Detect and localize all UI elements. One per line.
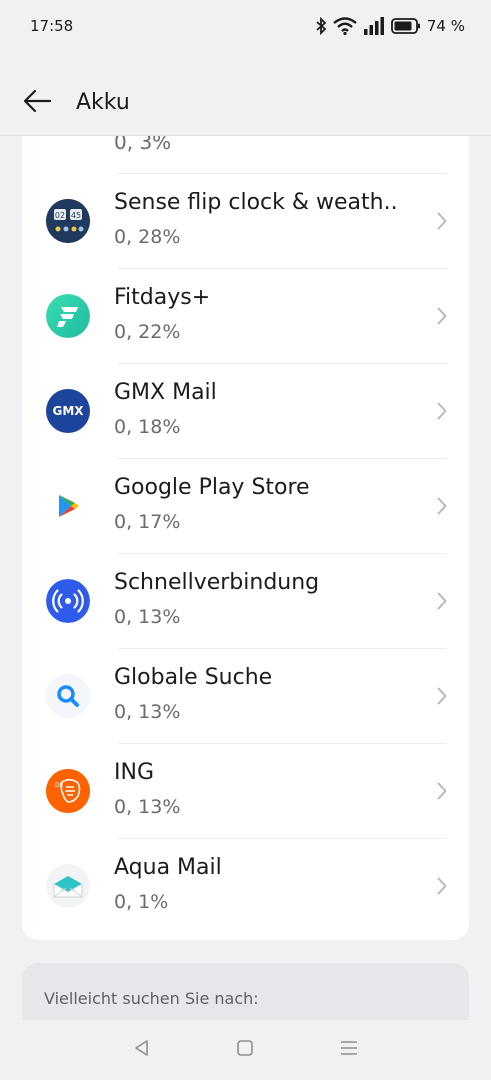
- nav-home-button[interactable]: [223, 1028, 267, 1072]
- app-name: Schnellverbindung: [114, 570, 320, 595]
- menu-recents-icon: [340, 1039, 358, 1061]
- navigation-bar: [0, 1020, 491, 1080]
- status-time: 17:58: [30, 17, 74, 35]
- app-usage: 0, 22%: [114, 321, 181, 343]
- status-bar: 17:58 74 %: [0, 0, 491, 52]
- app-usage: 0, 13%: [114, 701, 181, 723]
- chevron-right-icon: [437, 687, 447, 709]
- chevron-right-icon: [437, 497, 447, 519]
- app-row-fitdays[interactable]: Fitdays+ 0, 22%: [22, 269, 469, 364]
- globale-suche-icon: [46, 674, 90, 718]
- partial-app-usage: 0, 3%: [114, 136, 172, 154]
- fitdays-icon: [46, 294, 90, 338]
- triangle-back-icon: [133, 1039, 151, 1061]
- nav-back-button[interactable]: [120, 1028, 164, 1072]
- app-name: Google Play Store: [114, 475, 310, 500]
- aqua-mail-icon: [46, 864, 90, 908]
- app-usage: 0, 13%: [114, 606, 181, 628]
- app-usage: 0, 18%: [114, 416, 181, 438]
- app-row-schnellverbindung[interactable]: Schnellverbindung 0, 13%: [22, 554, 469, 649]
- app-row-aqua-mail[interactable]: Aqua Mail 0, 1%: [22, 839, 469, 934]
- app-usage-list[interactable]: 0, 3% 02 45 Sense flip clock & weath.. 0…: [0, 136, 491, 1020]
- app-name: GMX Mail: [114, 380, 217, 405]
- app-usage: 0, 28%: [114, 226, 181, 248]
- chevron-right-icon: [437, 402, 447, 424]
- app-name: Globale Suche: [114, 665, 273, 690]
- square-home-icon: [236, 1039, 254, 1061]
- chevron-right-icon: [437, 877, 447, 899]
- page-title: Akku: [76, 90, 130, 115]
- app-row-google-play-store[interactable]: Google Play Store 0, 17%: [22, 459, 469, 554]
- gmx-logo-text: GMX: [52, 404, 84, 418]
- app-name: ING: [114, 760, 154, 785]
- app-row-sense-flip-clock[interactable]: 02 45 Sense flip clock & weath.. 0, 28%: [22, 174, 469, 269]
- svg-text:45: 45: [71, 211, 81, 220]
- ing-icon: DE: [46, 769, 90, 813]
- app-usage: 0, 13%: [114, 796, 181, 818]
- battery-percent: 74 %: [426, 17, 465, 35]
- schnellverbindung-icon: [46, 579, 90, 623]
- google-play-icon: [46, 484, 90, 528]
- chevron-right-icon: [437, 307, 447, 329]
- suggestions-title: Vielleicht suchen Sie nach:: [44, 989, 259, 1008]
- battery-icon: [390, 17, 421, 35]
- app-name: Aqua Mail: [114, 855, 222, 880]
- app-row-globale-suche[interactable]: Globale Suche 0, 13%: [22, 649, 469, 744]
- wifi-icon: [333, 17, 357, 35]
- ing-logo-text: DE: [55, 782, 64, 789]
- app-row-ing[interactable]: DE ING 0, 13%: [22, 744, 469, 839]
- gmx-mail-icon: GMX: [46, 389, 90, 433]
- app-usage: 0, 1%: [114, 891, 169, 913]
- app-usage: 0, 17%: [114, 511, 181, 533]
- app-name: Sense flip clock & weath..: [114, 190, 398, 215]
- status-icons: 74 %: [315, 17, 465, 35]
- sense-flip-clock-icon: 02 45: [46, 199, 90, 243]
- chevron-right-icon: [437, 782, 447, 804]
- back-button[interactable]: [0, 70, 76, 136]
- app-list-card: 0, 3% 02 45 Sense flip clock & weath.. 0…: [22, 136, 469, 940]
- app-row-gmx-mail[interactable]: GMX GMX Mail 0, 18%: [22, 364, 469, 459]
- app-bar: Akku: [0, 70, 491, 136]
- arrow-left-icon: [22, 89, 52, 117]
- nav-recents-button[interactable]: [327, 1028, 371, 1072]
- chevron-right-icon: [437, 592, 447, 614]
- chevron-right-icon: [437, 212, 447, 234]
- suggestions-card: Vielleicht suchen Sie nach:: [22, 963, 469, 1020]
- signal-icon: [363, 17, 385, 35]
- svg-text:02: 02: [55, 211, 65, 220]
- app-name: Fitdays+: [114, 285, 211, 310]
- bluetooth-icon: [315, 17, 327, 35]
